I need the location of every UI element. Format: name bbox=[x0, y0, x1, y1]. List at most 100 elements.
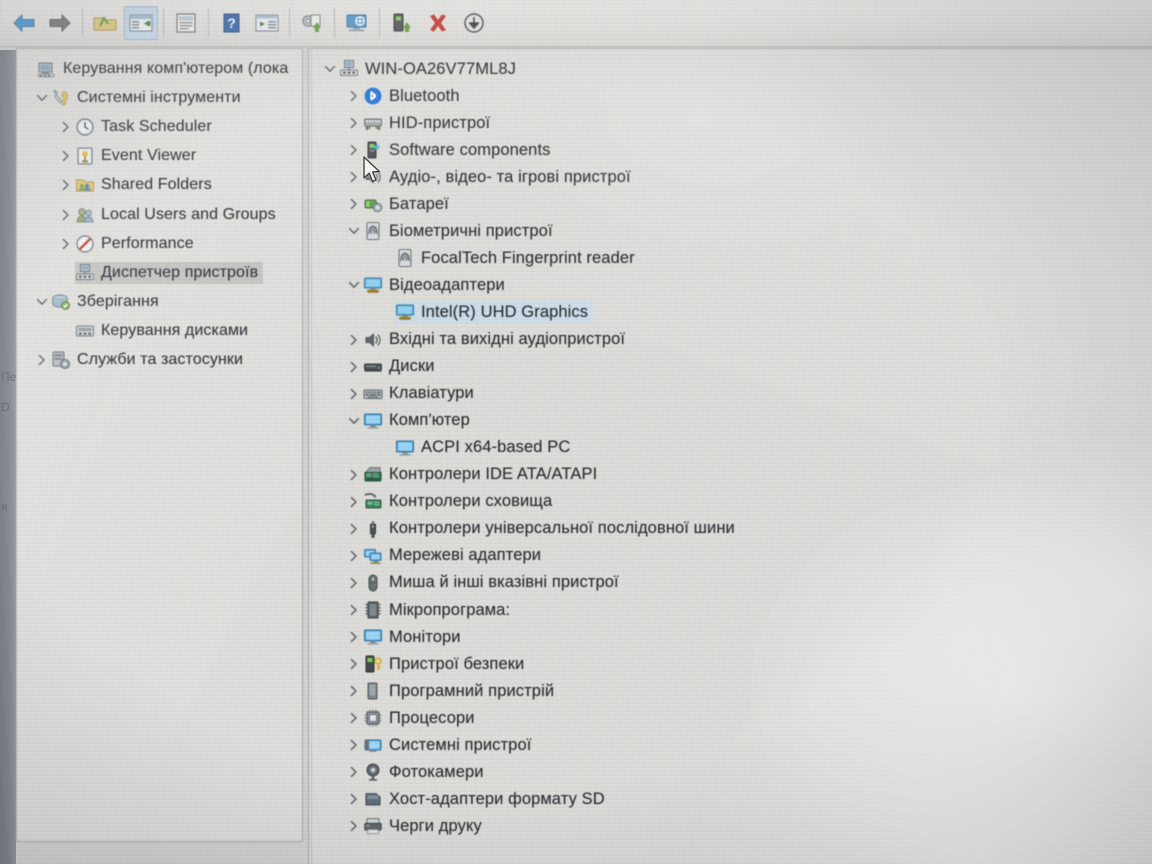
chevron-right-icon[interactable] bbox=[345, 786, 363, 812]
device-tree-item-content[interactable]: FocalTech Fingerprint reader bbox=[395, 247, 640, 269]
chevron-down-icon[interactable] bbox=[345, 408, 363, 434]
device-tree-item-content[interactable]: Відеоадаптери bbox=[363, 274, 510, 296]
sidebar-item-content[interactable]: Performance bbox=[75, 233, 199, 255]
chevron-down-icon[interactable] bbox=[345, 218, 363, 244]
chevron-right-icon[interactable] bbox=[345, 83, 363, 109]
chevron-right-icon[interactable] bbox=[345, 327, 363, 353]
device-tree-item-0[interactable]: WIN-OA26V77ML8J bbox=[321, 56, 521, 82]
device-tree-item-1[interactable]: Bluetooth bbox=[345, 83, 465, 109]
chevron-right-icon[interactable] bbox=[345, 678, 363, 704]
chevron-right-icon[interactable] bbox=[345, 137, 363, 163]
chevron-right-icon[interactable] bbox=[345, 813, 363, 839]
device-tree-item-24[interactable]: Процесори bbox=[345, 705, 480, 731]
device-tree-item-content[interactable]: Intel(R) UHD Graphics bbox=[395, 301, 594, 324]
up-folder-button[interactable] bbox=[88, 6, 122, 40]
sidebar-item-6[interactable]: Performance bbox=[57, 231, 199, 257]
device-tree-item-9[interactable]: Intel(R) UHD Graphics bbox=[377, 299, 594, 325]
sidebar-item-content[interactable]: Служби та застосунки bbox=[51, 349, 248, 371]
sidebar-item-content[interactable]: Task Scheduler bbox=[75, 116, 217, 138]
sidebar-item-content[interactable]: Системні інструменти bbox=[51, 87, 246, 109]
device-tree-item-7[interactable]: FocalTech Fingerprint reader bbox=[377, 245, 640, 271]
sidebar-item-content[interactable]: Керування дисками bbox=[75, 320, 253, 342]
device-tree-item-content[interactable]: Контролери IDE ATA/ATAPI bbox=[363, 464, 602, 486]
device-tree-item-content[interactable]: Комп'ютер bbox=[363, 410, 475, 432]
download-button[interactable] bbox=[457, 6, 491, 40]
device-tree-item-content[interactable]: Мікропрограма: bbox=[363, 599, 515, 621]
scan-hardware-changes-button[interactable] bbox=[340, 6, 374, 40]
chevron-right-icon[interactable] bbox=[345, 543, 363, 569]
device-tree-item-21[interactable]: Монітори bbox=[345, 624, 466, 650]
chevron-right-icon[interactable] bbox=[345, 705, 363, 731]
show-hide-action-pane-button[interactable] bbox=[250, 6, 284, 40]
device-tree-item-content[interactable]: Системні пристрої bbox=[363, 734, 536, 756]
device-tree-item-content[interactable]: Контролери сховища bbox=[363, 491, 557, 513]
chevron-right-icon[interactable] bbox=[57, 114, 75, 140]
device-tree-item-16[interactable]: Контролери сховища bbox=[345, 489, 557, 515]
chevron-down-icon[interactable] bbox=[345, 272, 363, 298]
device-tree-item-content[interactable]: HID-пристрої bbox=[363, 112, 495, 134]
sidebar-item-content[interactable]: Event Viewer bbox=[75, 145, 201, 167]
sidebar-item-content[interactable]: Shared Folders bbox=[75, 174, 217, 196]
device-manager-pane[interactable]: WIN-OA26V77ML8J Bluetooth HID-пристрої Soft… bbox=[308, 48, 1152, 864]
device-tree-item-content[interactable]: Хост-адаптери формату SD bbox=[363, 788, 610, 810]
device-tree-item-content[interactable]: Черги друку bbox=[363, 815, 487, 837]
sidebar-item-content[interactable]: Диспетчер пристроїв bbox=[75, 261, 264, 284]
device-tree-item-content[interactable]: Миша й інші вказівні пристрої bbox=[363, 572, 624, 594]
device-tree-item-content[interactable]: Контролери універсальної послідовної шин… bbox=[363, 518, 740, 540]
device-tree-item-11[interactable]: Диски bbox=[345, 354, 440, 380]
forward-button[interactable] bbox=[43, 6, 77, 40]
chevron-down-icon[interactable] bbox=[33, 85, 51, 111]
chevron-right-icon[interactable] bbox=[345, 110, 363, 136]
device-tree-item-content[interactable]: Клавіатури bbox=[363, 383, 479, 405]
sidebar-item-2[interactable]: Task Scheduler bbox=[57, 114, 217, 140]
show-hide-console-tree-button[interactable] bbox=[124, 6, 158, 40]
device-tree-item-content[interactable]: ACPI x64-based PC bbox=[395, 437, 575, 459]
device-tree-item-6[interactable]: Біометричні пристрої bbox=[345, 218, 558, 244]
chevron-right-icon[interactable] bbox=[345, 191, 363, 217]
sidebar-item-10[interactable]: Служби та застосунки bbox=[33, 347, 248, 373]
chevron-down-icon[interactable] bbox=[33, 289, 51, 315]
chevron-right-icon[interactable] bbox=[345, 732, 363, 758]
device-tree-item-content[interactable]: Програмний пристрій bbox=[363, 680, 559, 702]
sidebar-item-content[interactable]: Local Users and Groups bbox=[75, 204, 281, 226]
chevron-right-icon[interactable] bbox=[345, 164, 363, 190]
chevron-down-icon[interactable] bbox=[321, 56, 339, 82]
uninstall-device-button[interactable] bbox=[421, 6, 455, 40]
chevron-right-icon[interactable] bbox=[345, 516, 363, 542]
device-tree-item-content[interactable]: Пристрої безпеки bbox=[363, 653, 529, 675]
device-tree-item-14[interactable]: ACPI x64-based PC bbox=[377, 435, 575, 461]
device-tree-item-content[interactable]: WIN-OA26V77ML8J bbox=[339, 58, 521, 80]
device-tree-item-content[interactable]: Bluetooth bbox=[363, 85, 465, 107]
chevron-right-icon[interactable] bbox=[57, 172, 75, 198]
device-tree-item-content[interactable]: Процесори bbox=[363, 707, 480, 729]
device-tree-item-19[interactable]: Миша й інші вказівні пристрої bbox=[345, 570, 624, 596]
device-tree-item-4[interactable]: Аудіо-, відео- та ігрові пристрої bbox=[345, 164, 636, 190]
chevron-right-icon[interactable] bbox=[345, 570, 363, 596]
device-tree-item-2[interactable]: HID-пристрої bbox=[345, 110, 495, 136]
sidebar-item-3[interactable]: Event Viewer bbox=[57, 143, 201, 169]
update-driver-button[interactable] bbox=[295, 6, 329, 40]
device-tree-item-content[interactable]: Software components bbox=[363, 139, 556, 161]
device-tree-item-23[interactable]: Програмний пристрій bbox=[345, 678, 559, 704]
device-tree-item-content[interactable]: Монітори bbox=[363, 626, 466, 648]
properties-button[interactable] bbox=[169, 6, 203, 40]
chevron-right-icon[interactable] bbox=[345, 354, 363, 380]
chevron-right-icon[interactable] bbox=[57, 231, 75, 257]
device-tree-item-content[interactable]: Мережеві адаптери bbox=[363, 545, 546, 567]
console-tree-pane[interactable]: Керування комп'ютером (лока Системні інст… bbox=[16, 48, 303, 842]
chevron-right-icon[interactable] bbox=[345, 624, 363, 650]
chevron-right-icon[interactable] bbox=[345, 489, 363, 515]
chevron-right-icon[interactable] bbox=[57, 202, 75, 228]
chevron-right-icon[interactable] bbox=[345, 381, 363, 407]
chevron-right-icon[interactable] bbox=[345, 759, 363, 785]
device-tree-item-content[interactable]: Біометричні пристрої bbox=[363, 220, 558, 242]
chevron-right-icon[interactable] bbox=[33, 347, 51, 373]
device-tree-item-content[interactable]: Вхідні та вихідні аудіопристрої bbox=[363, 329, 630, 351]
enable-device-button[interactable] bbox=[385, 6, 419, 40]
device-tree-item-18[interactable]: Мережеві адаптери bbox=[345, 543, 546, 569]
sidebar-item-4[interactable]: Shared Folders bbox=[57, 172, 217, 198]
chevron-right-icon[interactable] bbox=[345, 651, 363, 677]
help-button[interactable]: ? bbox=[214, 6, 248, 40]
device-tree-item-27[interactable]: Хост-адаптери формату SD bbox=[345, 786, 610, 812]
chevron-right-icon[interactable] bbox=[345, 462, 363, 488]
